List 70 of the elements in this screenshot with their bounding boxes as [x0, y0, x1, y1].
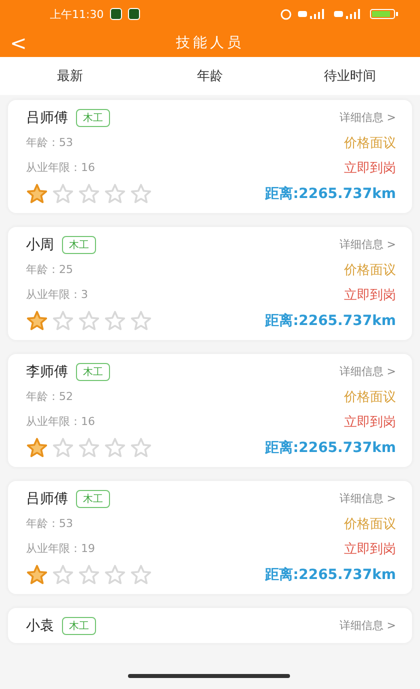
alarm-icon [280, 8, 292, 20]
price-text: 价格面议 [344, 134, 396, 152]
trade-tag: 木工 [76, 108, 110, 126]
experience-text: 从业年限：16 [26, 414, 95, 429]
star-icon [104, 310, 126, 332]
experience-text: 从业年限：3 [26, 287, 88, 302]
worker-card[interactable]: 小周 木工 详细信息 > 年龄：25 价格面议 从业年限：3 立即到岗 距离:2265.737km [8, 227, 412, 340]
star-icon [52, 564, 74, 586]
home-indicator[interactable] [128, 674, 290, 678]
star-icon [26, 564, 48, 586]
age-text: 年龄：53 [26, 135, 73, 150]
worker-name: 吕师傅 [26, 490, 68, 508]
status-time: 上午11:30 [50, 6, 104, 22]
age-text: 年龄：52 [26, 389, 73, 404]
battery-icon [370, 9, 400, 19]
age-text: 年龄：53 [26, 516, 73, 531]
distance-text: 距离:2265.737km [264, 185, 396, 203]
star-icon [26, 310, 48, 332]
app-notification-icon [110, 8, 122, 20]
trade-tag: 木工 [62, 236, 96, 254]
worker-card[interactable]: 吕师傅 木工 详细信息 > 年龄：53 价格面议 从业年限：16 立即到岗 距离:2265.737km [8, 100, 412, 213]
distance-text: 距离:2265.737km [264, 566, 396, 584]
star-icon [52, 437, 74, 459]
worker-name: 李师傅 [26, 362, 68, 380]
star-icon [130, 564, 152, 586]
detail-link[interactable]: 详细信息 > [339, 110, 396, 125]
star-icon [78, 564, 100, 586]
availability-text: 立即到岗 [344, 160, 396, 176]
availability-text: 立即到岗 [344, 286, 396, 304]
star-icon [104, 437, 126, 459]
experience-text: 从业年限：19 [26, 541, 95, 556]
trade-tag: 木工 [76, 490, 110, 508]
distance-text: 距离:2265.737km [264, 439, 396, 457]
worker-card[interactable]: 小袁 木工 详细信息 > [8, 608, 412, 643]
star-icon [78, 183, 100, 205]
star-icon [26, 437, 48, 459]
trade-tag: 木工 [76, 362, 110, 380]
worker-name: 小袁 [26, 616, 54, 634]
availability-text: 立即到岗 [344, 540, 396, 558]
page-title: 技能人员 [176, 34, 244, 52]
sort-tab[interactable]: 最新 [0, 67, 140, 85]
detail-link[interactable]: 详细信息 > [339, 237, 396, 252]
sort-tab[interactable]: 年龄 [140, 67, 280, 85]
star-icon [130, 183, 152, 205]
star-icon [52, 310, 74, 332]
star-icon [130, 437, 152, 459]
star-icon [52, 183, 74, 205]
worker-card[interactable]: 李师傅 木工 详细信息 > 年龄：52 价格面议 从业年限：16 立即到岗 距离:2265.737km [8, 354, 412, 467]
worker-name: 吕师傅 [26, 108, 68, 126]
age-text: 年龄：25 [26, 262, 73, 277]
worker-name: 小周 [26, 236, 54, 254]
price-text: 价格面议 [344, 262, 396, 278]
detail-link[interactable]: 详细信息 > [339, 364, 396, 379]
distance-text: 距离:2265.737km [264, 312, 396, 330]
price-text: 价格面议 [344, 388, 396, 406]
star-icon [78, 437, 100, 459]
star-icon [26, 183, 48, 205]
star-icon [78, 310, 100, 332]
sort-tab[interactable]: 待业时间 [280, 67, 420, 85]
star-icon [130, 310, 152, 332]
price-text: 价格面议 [344, 516, 396, 532]
detail-link[interactable]: 详细信息 > [339, 618, 396, 633]
detail-link[interactable]: 详细信息 > [339, 491, 396, 506]
trade-tag: 木工 [62, 616, 96, 634]
app-notification-icon [128, 8, 140, 20]
star-icon [104, 564, 126, 586]
experience-text: 从业年限：16 [26, 160, 95, 175]
availability-text: 立即到岗 [344, 414, 396, 430]
star-icon [104, 183, 126, 205]
worker-card[interactable]: 吕师傅 木工 详细信息 > 年龄：53 价格面议 从业年限：19 立即到岗 距离:2265.737km [8, 481, 412, 594]
